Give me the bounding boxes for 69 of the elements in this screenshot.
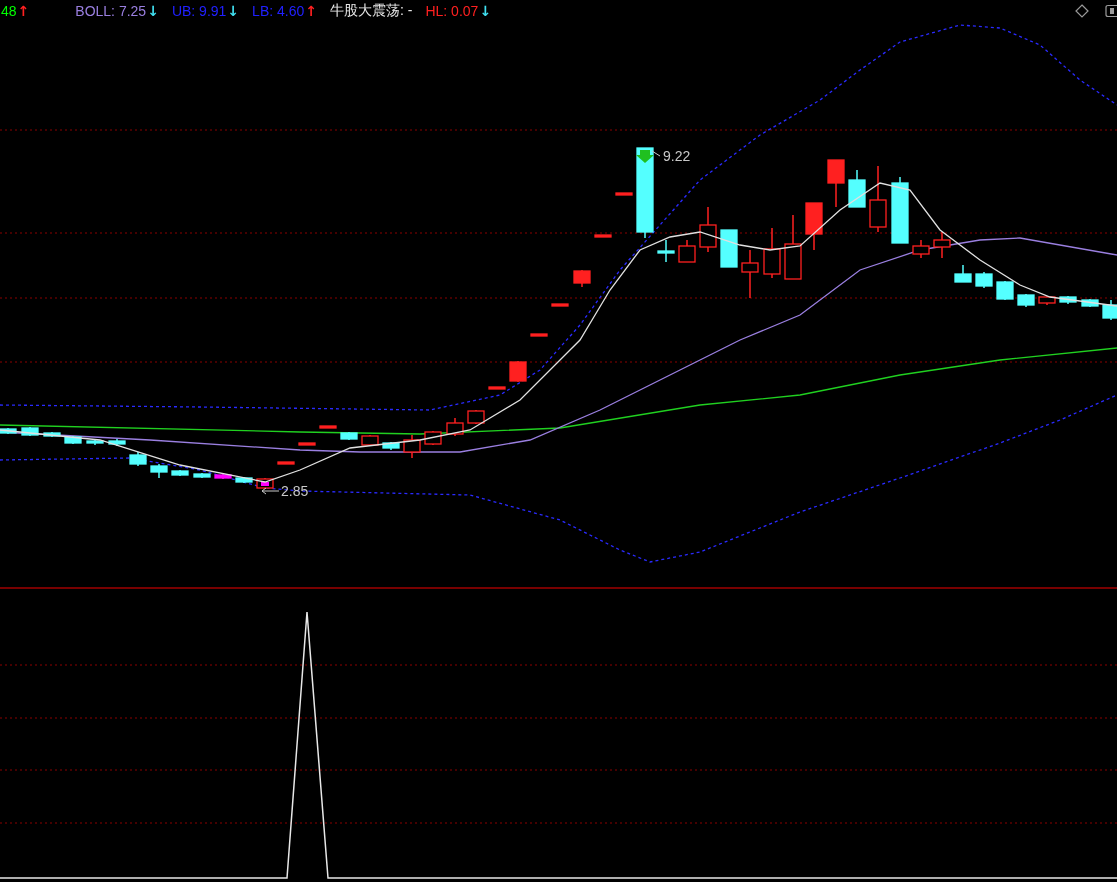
candlestick: [741, 249, 759, 299]
candlestick: [975, 271, 993, 289]
candlestick: [530, 333, 548, 337]
candlestick: [171, 469, 189, 477]
candlestick: [699, 206, 717, 253]
candlestick: [1102, 299, 1117, 321]
candlestick: [108, 438, 126, 447]
candlestick: [848, 169, 866, 208]
candlestick: [657, 239, 675, 263]
candlestick: [678, 239, 696, 263]
candlestick: [150, 463, 168, 479]
candlestick: [446, 417, 464, 437]
indicator-value: 牛股大震荡: -: [330, 2, 413, 20]
candlestick: [509, 360, 527, 383]
candlestick: [933, 231, 951, 259]
candlestick: [361, 434, 379, 447]
candlestick: [573, 269, 591, 288]
candlestick: [277, 461, 295, 465]
candlestick: [551, 303, 569, 307]
candlestick: [594, 234, 612, 238]
candlestick: [64, 435, 82, 445]
candlestick: [996, 280, 1014, 301]
trend-arrow: ↑: [305, 3, 317, 19]
candlestick: [129, 451, 147, 467]
leader-arrow-icon: [261, 487, 280, 495]
candlestick: [1059, 295, 1077, 305]
indicator-value: 48: [1, 3, 17, 19]
candlestick: [488, 386, 506, 390]
candlestick: [467, 409, 485, 425]
candlestick: [763, 227, 781, 279]
candlestick: [21, 426, 39, 437]
candlestick: [340, 431, 358, 441]
candlestick: [912, 239, 930, 259]
candlestick: [86, 439, 104, 446]
candlestick: [869, 165, 887, 233]
candlestick: [805, 202, 823, 251]
candlestick: [0, 427, 17, 435]
diamond-icon[interactable]: [1075, 4, 1089, 18]
candlestick: [319, 425, 337, 429]
candlestick: [382, 441, 400, 451]
candlestick: [827, 159, 845, 208]
panel-toggle-icon[interactable]: [1105, 4, 1117, 18]
trend-arrow: ↓: [227, 3, 240, 19]
candlestick: [784, 214, 802, 280]
candlestick: [43, 431, 61, 438]
leader-line: [651, 150, 661, 157]
trend-arrow: ↓: [147, 3, 159, 19]
candlestick: [214, 473, 232, 480]
candlestick: [193, 472, 211, 479]
candlestick: [720, 229, 738, 268]
high-price-label: 9.22: [663, 148, 691, 164]
candlestick: [235, 476, 253, 484]
down-arrow-icon: [636, 150, 654, 163]
candlestick: [615, 192, 633, 196]
candlestick: [403, 434, 421, 459]
candlestick: [1081, 298, 1099, 308]
indicator-value: HL: 0.07: [425, 3, 479, 19]
indicator-value: BOLL: 7.25: [75, 3, 147, 19]
trend-arrow: ↑: [17, 3, 30, 19]
low-price-label: 2.85: [281, 483, 309, 499]
trend-arrow: ↓: [479, 3, 492, 19]
candlestick: [1038, 295, 1056, 306]
candlestick: [298, 442, 316, 446]
candlestick: [954, 264, 972, 283]
candlestick: [256, 477, 274, 490]
indicator-value: LB: 4.60: [252, 3, 305, 19]
candlestick: [891, 176, 909, 244]
indicator-value: UB: 9.91: [171, 3, 227, 19]
candlestick: [1017, 293, 1035, 308]
